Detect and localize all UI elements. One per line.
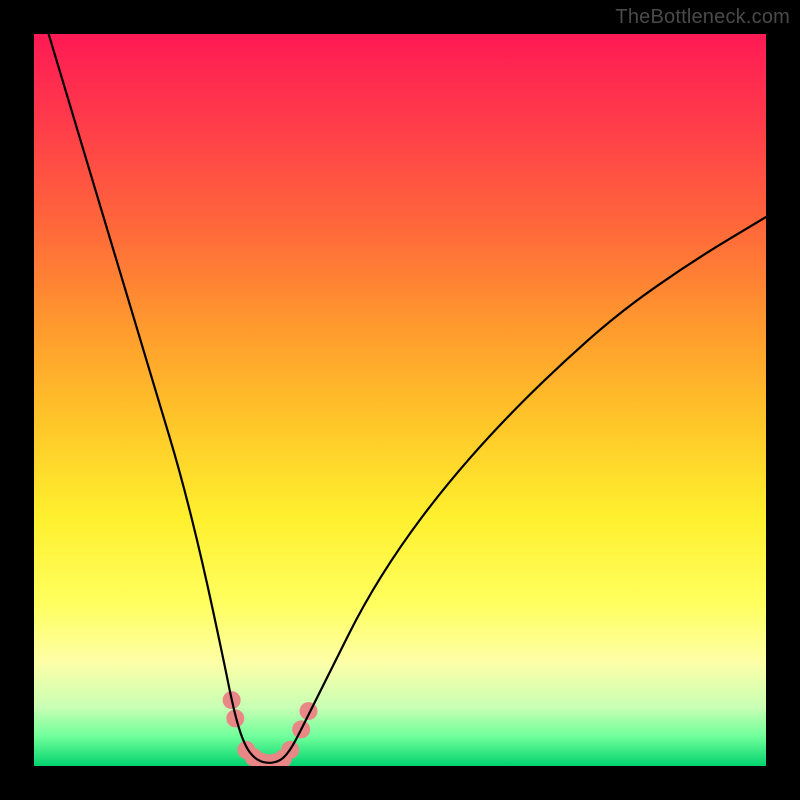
markers-group [223, 691, 318, 766]
bottleneck-curve-path [49, 34, 766, 763]
chart-frame: TheBottleneck.com [0, 0, 800, 800]
data-marker [300, 702, 318, 720]
watermark-text: TheBottleneck.com [615, 6, 790, 29]
plot-area [34, 34, 766, 766]
bottleneck-curve-svg [34, 34, 766, 766]
